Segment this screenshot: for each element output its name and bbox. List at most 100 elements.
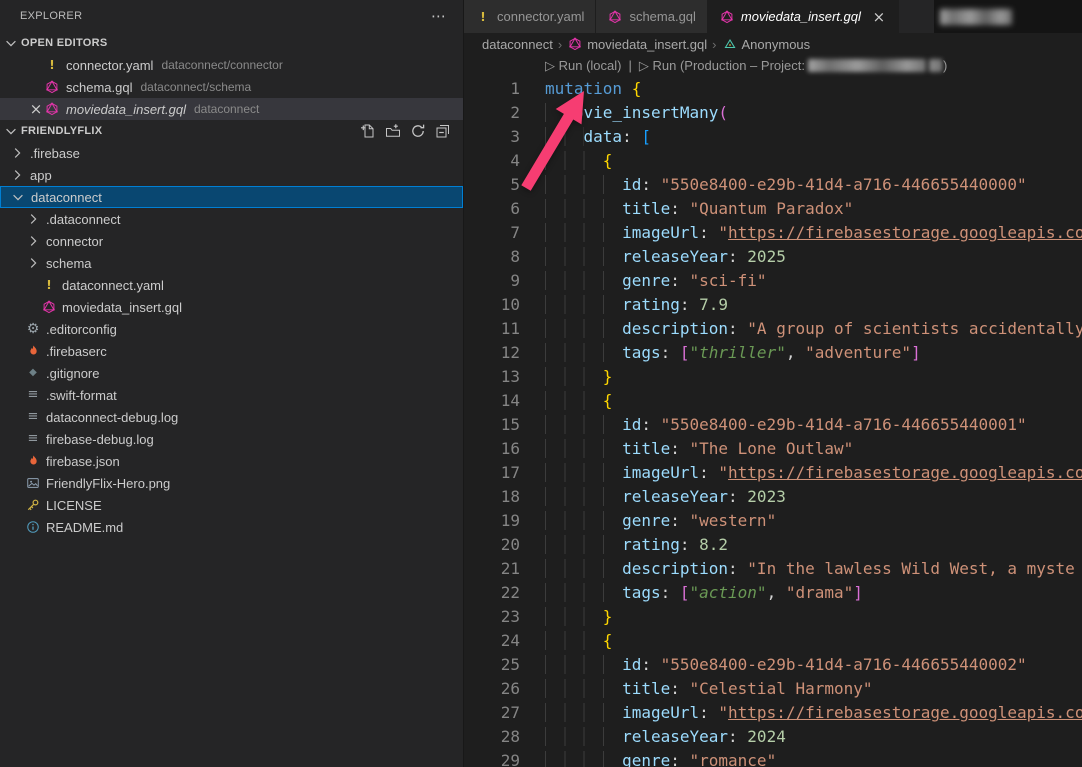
editor-group: !connector.yaml schema.gql moviedata_inser… [464, 0, 1082, 767]
key-icon [25, 497, 41, 513]
tree-item-friendlyflix-hero-png[interactable]: FriendlyFlix-Hero.png [0, 472, 463, 494]
code-line: 27 imageUrl: "https://firebasestorage.go… [464, 701, 1082, 725]
tree-item-label: FriendlyFlix-Hero.png [46, 476, 170, 491]
graphql-icon [719, 9, 735, 25]
code-line: 28 releaseYear: 2024 [464, 725, 1082, 749]
breadcrumb-item-label: Anonymous [742, 37, 811, 52]
tree-item-readme-md[interactable]: README.md [0, 516, 463, 538]
open-editors-list: !connector.yamldataconnect/connectorsche… [0, 54, 463, 120]
run-production-link[interactable]: ▷ Run (Production – Project:) [639, 58, 947, 73]
open-editor-label: connector.yaml [66, 58, 153, 73]
collapse-all-icon[interactable] [435, 123, 451, 139]
open-editor-schema-gql[interactable]: schema.gqldataconnect/schema [0, 76, 463, 98]
tree-item-dataconnect-debug-log[interactable]: ≡dataconnect-debug.log [0, 406, 463, 428]
tree-item-app[interactable]: app [0, 164, 463, 186]
code-line: 4 { [464, 149, 1082, 173]
tree-item-connector[interactable]: connector [0, 230, 463, 252]
open-editor-description: dataconnect/connector [161, 58, 282, 72]
project-section-header[interactable]: FRIENDLYFLIX [0, 120, 463, 142]
breadcrumb-item-moviedata-insert-gql[interactable]: moviedata_insert.gql [567, 36, 707, 52]
graphql-icon [44, 79, 60, 95]
code-line: 19 genre: "western" [464, 509, 1082, 533]
code-editor[interactable]: 1mutation {2 movie_insertMany(3 data: [4… [464, 77, 1082, 767]
code-line: 24 { [464, 629, 1082, 653]
tab-schema-gql[interactable]: schema.gql [596, 0, 707, 33]
warning-icon: ! [41, 277, 57, 293]
tree-item-moviedata-insert-gql[interactable]: moviedata_insert.gql [0, 296, 463, 318]
tab-moviedata-insert-gql[interactable]: moviedata_insert.gql× [708, 0, 899, 33]
line-number: 15 [464, 413, 520, 437]
tree-item-dataconnect-yaml[interactable]: ! dataconnect.yaml [0, 274, 463, 296]
tree-item-firebaserc[interactable]: .firebaserc [0, 340, 463, 362]
code-line-content: { [520, 629, 612, 653]
explorer-title-bar: EXPLORER ⋯ [0, 0, 463, 32]
open-editor-description: dataconnect/schema [140, 80, 251, 94]
explorer-actions [360, 123, 463, 139]
code-line-content: rating: 8.2 [520, 533, 728, 557]
warning-icon: ! [475, 9, 491, 25]
close-icon[interactable]: × [871, 9, 887, 25]
code-line: 16 title: "The Lone Outlaw" [464, 437, 1082, 461]
code-line: 14 { [464, 389, 1082, 413]
close-icon[interactable]: × [28, 101, 44, 117]
breadcrumb-item-dataconnect[interactable]: dataconnect [482, 37, 553, 52]
chevron-down-icon [10, 189, 26, 205]
tree-item-label: dataconnect [31, 190, 102, 205]
open-editor-label: moviedata_insert.gql [66, 102, 186, 117]
tree-item-editorconfig[interactable]: ⚙.editorconfig [0, 318, 463, 340]
run-local-link[interactable]: ▷ Run (local) [545, 58, 621, 73]
tree-item-swift-format[interactable]: ≡.swift-format [0, 384, 463, 406]
open-editors-header[interactable]: OPEN EDITORS [0, 32, 463, 54]
code-line-content: movie_insertMany( [520, 101, 728, 125]
tree-item-dataconnect[interactable]: .dataconnect [0, 208, 463, 230]
code-line: 8 releaseYear: 2025 [464, 245, 1082, 269]
refresh-icon[interactable] [410, 123, 426, 139]
project-name-label: FRIENDLYFLIX [21, 125, 102, 137]
line-number: 10 [464, 293, 520, 317]
code-line-content: releaseYear: 2025 [520, 245, 786, 269]
code-line: 10 rating: 7.9 [464, 293, 1082, 317]
open-editor-connector-yaml[interactable]: !connector.yamldataconnect/connector [0, 54, 463, 76]
code-line-content: id: "550e8400-e29b-41d4-a716-44665544000… [520, 413, 1027, 437]
tree-item-license[interactable]: LICENSE [0, 494, 463, 516]
open-editor-moviedata-insert-gql[interactable]: ×moviedata_insert.gqldataconnect [0, 98, 463, 120]
tree-item-firebase-json[interactable]: firebase.json [0, 450, 463, 472]
diamond-icon: ◆ [25, 365, 41, 381]
tree-item-schema[interactable]: schema [0, 252, 463, 274]
ellipsis-icon[interactable]: ⋯ [431, 8, 447, 24]
code-line-content: } [520, 365, 612, 389]
tree-item-firebase[interactable]: .firebase [0, 142, 463, 164]
tree-item-gitignore[interactable]: ◆.gitignore [0, 362, 463, 384]
breadcrumb-item-label: dataconnect [482, 37, 553, 52]
line-number: 8 [464, 245, 520, 269]
tree-item-label: dataconnect.yaml [62, 278, 164, 293]
code-line-content: releaseYear: 2024 [520, 725, 786, 749]
tree-item-dataconnect[interactable]: dataconnect [0, 186, 463, 208]
code-line: 25 id: "550e8400-e29b-41d4-a716-44665544… [464, 653, 1082, 677]
code-line: 15 id: "550e8400-e29b-41d4-a716-44665544… [464, 413, 1082, 437]
tab-label: schema.gql [629, 9, 695, 24]
new-folder-icon[interactable] [385, 123, 401, 139]
new-file-icon[interactable] [360, 123, 376, 139]
code-line-content: imageUrl: "https://firebasestorage.googl… [520, 701, 1082, 725]
code-line: 18 releaseYear: 2023 [464, 485, 1082, 509]
line-number: 1 [464, 77, 520, 101]
line-number: 14 [464, 389, 520, 413]
line-number: 5 [464, 173, 520, 197]
tab-connector-yaml[interactable]: !connector.yaml [464, 0, 596, 33]
tree-item-label: app [30, 168, 52, 183]
tree-item-label: .firebaserc [46, 344, 107, 359]
vscode-window: EXPLORER ⋯ OPEN EDITORS !connector.yamld… [0, 0, 1082, 767]
play-icon: ▷ [639, 58, 649, 73]
line-number: 29 [464, 749, 520, 767]
code-line-content: genre: "western" [520, 509, 776, 533]
tree-item-firebase-debug-log[interactable]: ≡firebase-debug.log [0, 428, 463, 450]
redacted-project-name [808, 59, 926, 72]
code-line: 21 description: "In the lawless Wild Wes… [464, 557, 1082, 581]
code-line-content: description: "A group of scientists acci… [520, 317, 1082, 341]
breadcrumb-item-anonymous[interactable]: Anonymous [722, 36, 811, 52]
line-number: 22 [464, 581, 520, 605]
redacted-area [934, 0, 1082, 33]
open-editors-label: OPEN EDITORS [21, 37, 108, 49]
code-line: 29 genre: "romance" [464, 749, 1082, 767]
